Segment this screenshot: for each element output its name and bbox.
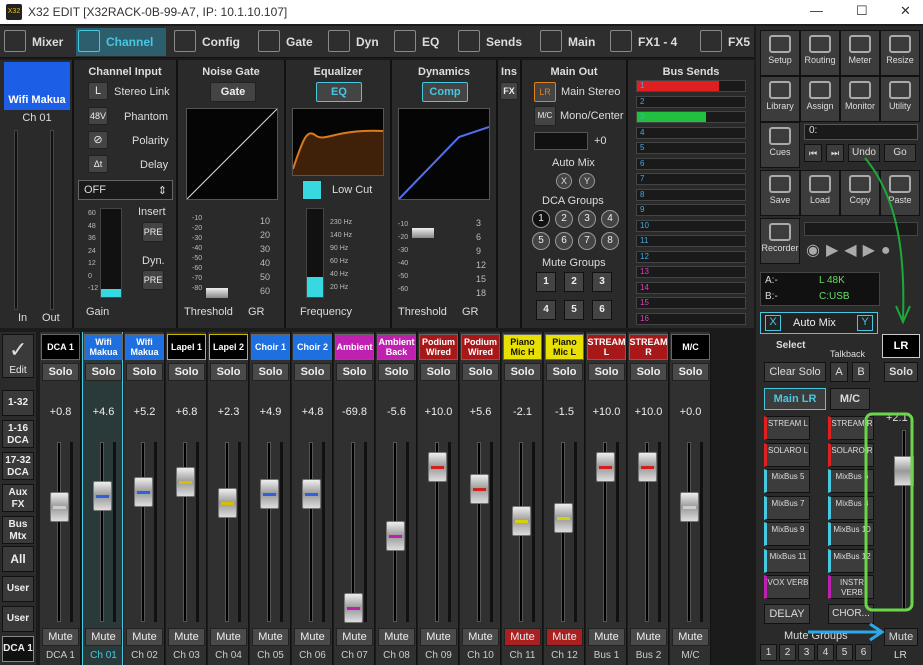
highlight-box [864,412,914,612]
green-arrow [864,157,905,321]
annotation-overlay [808,157,914,642]
